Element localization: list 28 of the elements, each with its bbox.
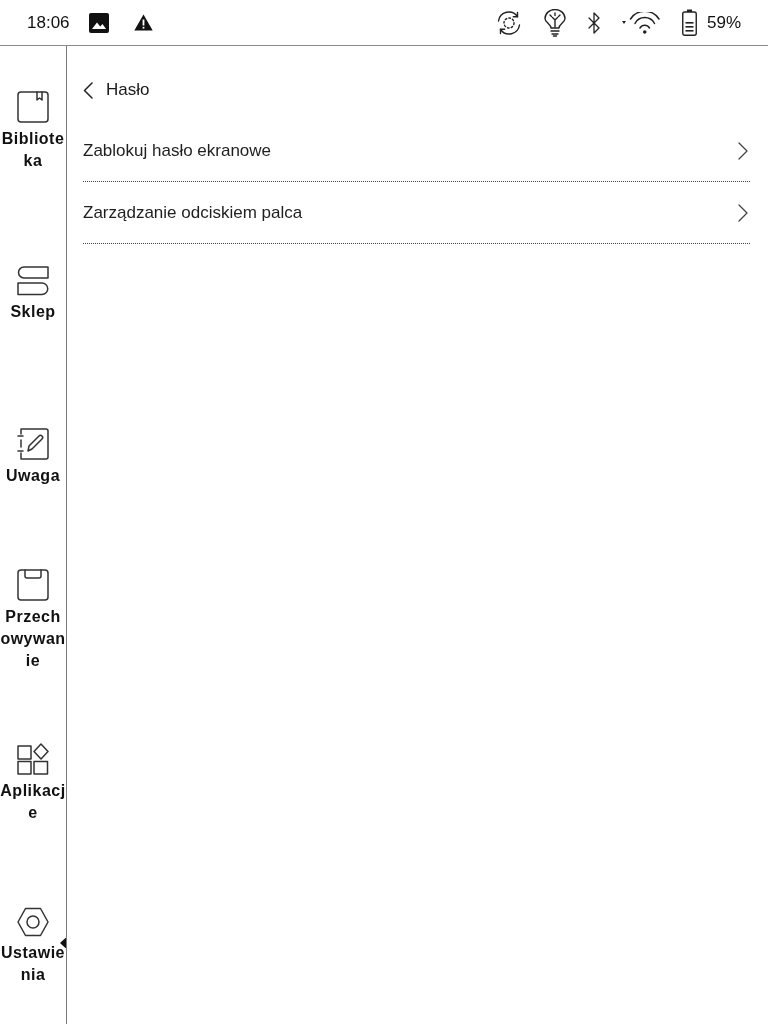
sidebar-item[interactable]: Biblioteka [0,91,66,172]
selection-pointer-icon [60,937,66,948]
settings-row[interactable]: Zablokuj hasło ekranowe [83,120,750,182]
image-icon [88,12,109,33]
bluetooth-icon [587,10,600,35]
battery-icon [681,9,697,36]
wifi-icon [621,11,660,34]
warning-icon [133,14,153,31]
sidebar-item[interactable]: Ustawienia [0,907,66,986]
chevron-right-icon [738,141,748,160]
sync-icon [495,9,522,36]
sidebar-item[interactable]: Sklep [0,266,66,323]
back-button[interactable]: Hasło [83,80,150,100]
notebook-pencil-icon [17,428,49,460]
chevron-left-icon [83,81,93,99]
clock-time: 18:06 [27,12,70,33]
settings-icon [17,907,49,937]
storage-icon [17,569,49,601]
battery-percentage: 59% [706,12,741,33]
sidebar-item[interactable]: Uwaga [0,428,66,487]
settings-row[interactable]: Zarządzanie odciskiem palca [83,182,750,244]
sidebar-item[interactable]: Przechowywanie [0,569,66,672]
book-icon [17,91,49,123]
lightbulb-icon [543,8,566,37]
apps-grid-icon [17,743,49,775]
sidebar-item[interactable]: Aplikacje [0,743,66,824]
stacked-books-icon [17,266,49,296]
chevron-right-icon [738,203,748,222]
